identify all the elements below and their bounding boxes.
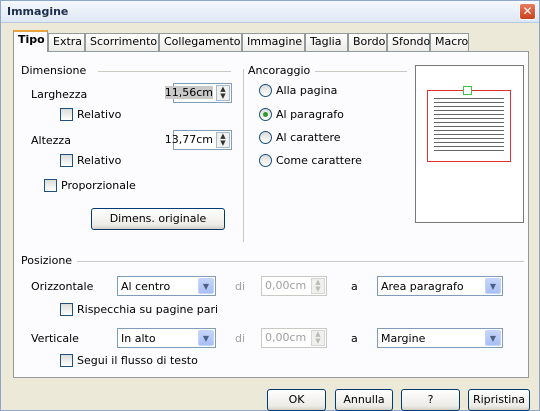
relativo-height-checkbox[interactable] [60, 154, 73, 167]
radio-come-carattere[interactable] [259, 154, 272, 167]
dimensione-heading: Dimensione [21, 64, 87, 77]
a-label-2: a [351, 332, 358, 345]
verticale-value: In alto [121, 332, 156, 345]
vertical-divider [243, 69, 244, 242]
title-bar[interactable]: Immagine ✕ [1, 1, 539, 23]
verticale-target-select[interactable]: Margine ▼ [377, 328, 503, 348]
radio-al-carattere[interactable] [259, 131, 272, 144]
relativo-width-checkbox[interactable] [60, 108, 73, 121]
segui-flusso-checkbox[interactable] [60, 354, 73, 367]
tab-collegamento[interactable]: Collegamento [159, 33, 242, 51]
spin-arrows-icon[interactable]: ▲ ▼ [311, 330, 325, 346]
spin-arrows-icon[interactable]: ▲ ▼ [216, 85, 230, 101]
original-size-button[interactable]: Dimens. originale [91, 208, 225, 230]
tab-panel: Dimensione Larghezza 11,56cm ▲ ▼ Relativo… [13, 51, 529, 378]
larghezza-label: Larghezza [31, 88, 88, 101]
verticale-offset-spinbox[interactable]: 0,00cm ▲ ▼ [261, 328, 327, 348]
verticale-select[interactable]: In alto ▼ [117, 328, 216, 348]
page-preview [415, 65, 524, 223]
spin-arrows-icon[interactable]: ▲ ▼ [216, 132, 230, 148]
tab-extra[interactable]: Extra [48, 33, 85, 51]
di-label-2: di [235, 332, 246, 345]
altezza-spinbox[interactable]: 13,77cm ▲ ▼ [165, 130, 232, 150]
larghezza-spinbox[interactable]: 11,56cm ▲ ▼ [164, 83, 232, 103]
tab-immagine[interactable]: Immagine [242, 33, 305, 51]
rispecchia-label: Rispecchia su pagine pari [77, 303, 219, 316]
radio-alla-pagina[interactable] [259, 84, 272, 97]
tab-tipo[interactable]: Tipo [13, 30, 48, 52]
window-title: Immagine [7, 5, 69, 18]
relativo-width-label: Relativo [77, 108, 122, 121]
proporzionale-checkbox[interactable] [44, 179, 57, 192]
divider [315, 71, 407, 72]
tab-sfondo[interactable]: Sfondo [387, 33, 430, 51]
cancel-button[interactable]: Annulla [335, 389, 393, 411]
chevron-down-icon[interactable]: ▼ [485, 278, 501, 294]
radio-selected-dot [263, 112, 268, 117]
orizzontale-value: Al centro [121, 280, 171, 293]
posizione-heading: Posizione [21, 254, 73, 267]
tab-taglia[interactable]: Taglia [305, 33, 348, 51]
spin-arrows-icon[interactable]: ▲ ▼ [311, 278, 325, 294]
help-button[interactable]: ? [401, 389, 460, 411]
rispecchia-checkbox[interactable] [60, 303, 73, 316]
proporzionale-label: Proporzionale [61, 179, 136, 192]
orizzontale-offset-spinbox[interactable]: 0,00cm ▲ ▼ [261, 276, 327, 296]
tab-bordo[interactable]: Bordo [348, 33, 387, 51]
ancoraggio-heading: Ancoraggio [248, 64, 311, 77]
orizzontale-label: Orizzontale [31, 280, 94, 293]
tab-macro[interactable]: Macro [430, 33, 469, 51]
preview-anchor-marker [463, 86, 472, 95]
orizzontale-offset-value: 0,00cm [265, 279, 307, 292]
altezza-label: Altezza [31, 134, 71, 147]
orizzontale-target-select[interactable]: Area paragrafo ▼ [377, 276, 503, 296]
tab-scorrimento[interactable]: Scorrimento [85, 33, 159, 51]
verticale-offset-value: 0,00cm [265, 331, 307, 344]
dialog-window: Immagine ✕ Tipo Extra Scorrimento Colleg… [0, 0, 540, 411]
al-carattere-label: Al carattere [276, 131, 341, 144]
altezza-value: 13,77cm [164, 133, 213, 146]
segui-flusso-label: Segui il flusso di testo [77, 354, 198, 367]
reset-button[interactable]: Ripristina [468, 389, 530, 411]
chevron-down-icon[interactable]: ▼ [198, 330, 214, 346]
di-label-1: di [235, 280, 246, 293]
alla-pagina-label: Alla pagina [276, 84, 338, 97]
al-paragrafo-label: Al paragrafo [276, 108, 344, 121]
relativo-height-label: Relativo [77, 154, 122, 167]
verticale-label: Verticale [31, 332, 79, 345]
divider [77, 261, 524, 262]
divider [98, 71, 231, 72]
chevron-down-icon[interactable]: ▼ [485, 330, 501, 346]
close-button[interactable]: ✕ [519, 3, 536, 20]
come-carattere-label: Come carattere [276, 154, 362, 167]
radio-al-paragrafo[interactable] [259, 108, 272, 121]
a-label-1: a [351, 280, 358, 293]
preview-text-lines [434, 98, 504, 154]
orizzontale-target-value: Area paragrafo [381, 280, 464, 293]
verticale-target-value: Margine [381, 332, 426, 345]
larghezza-value: 11,56cm [164, 86, 213, 99]
ok-button[interactable]: OK [267, 389, 326, 411]
orizzontale-select[interactable]: Al centro ▼ [117, 276, 216, 296]
chevron-down-icon[interactable]: ▼ [198, 278, 214, 294]
